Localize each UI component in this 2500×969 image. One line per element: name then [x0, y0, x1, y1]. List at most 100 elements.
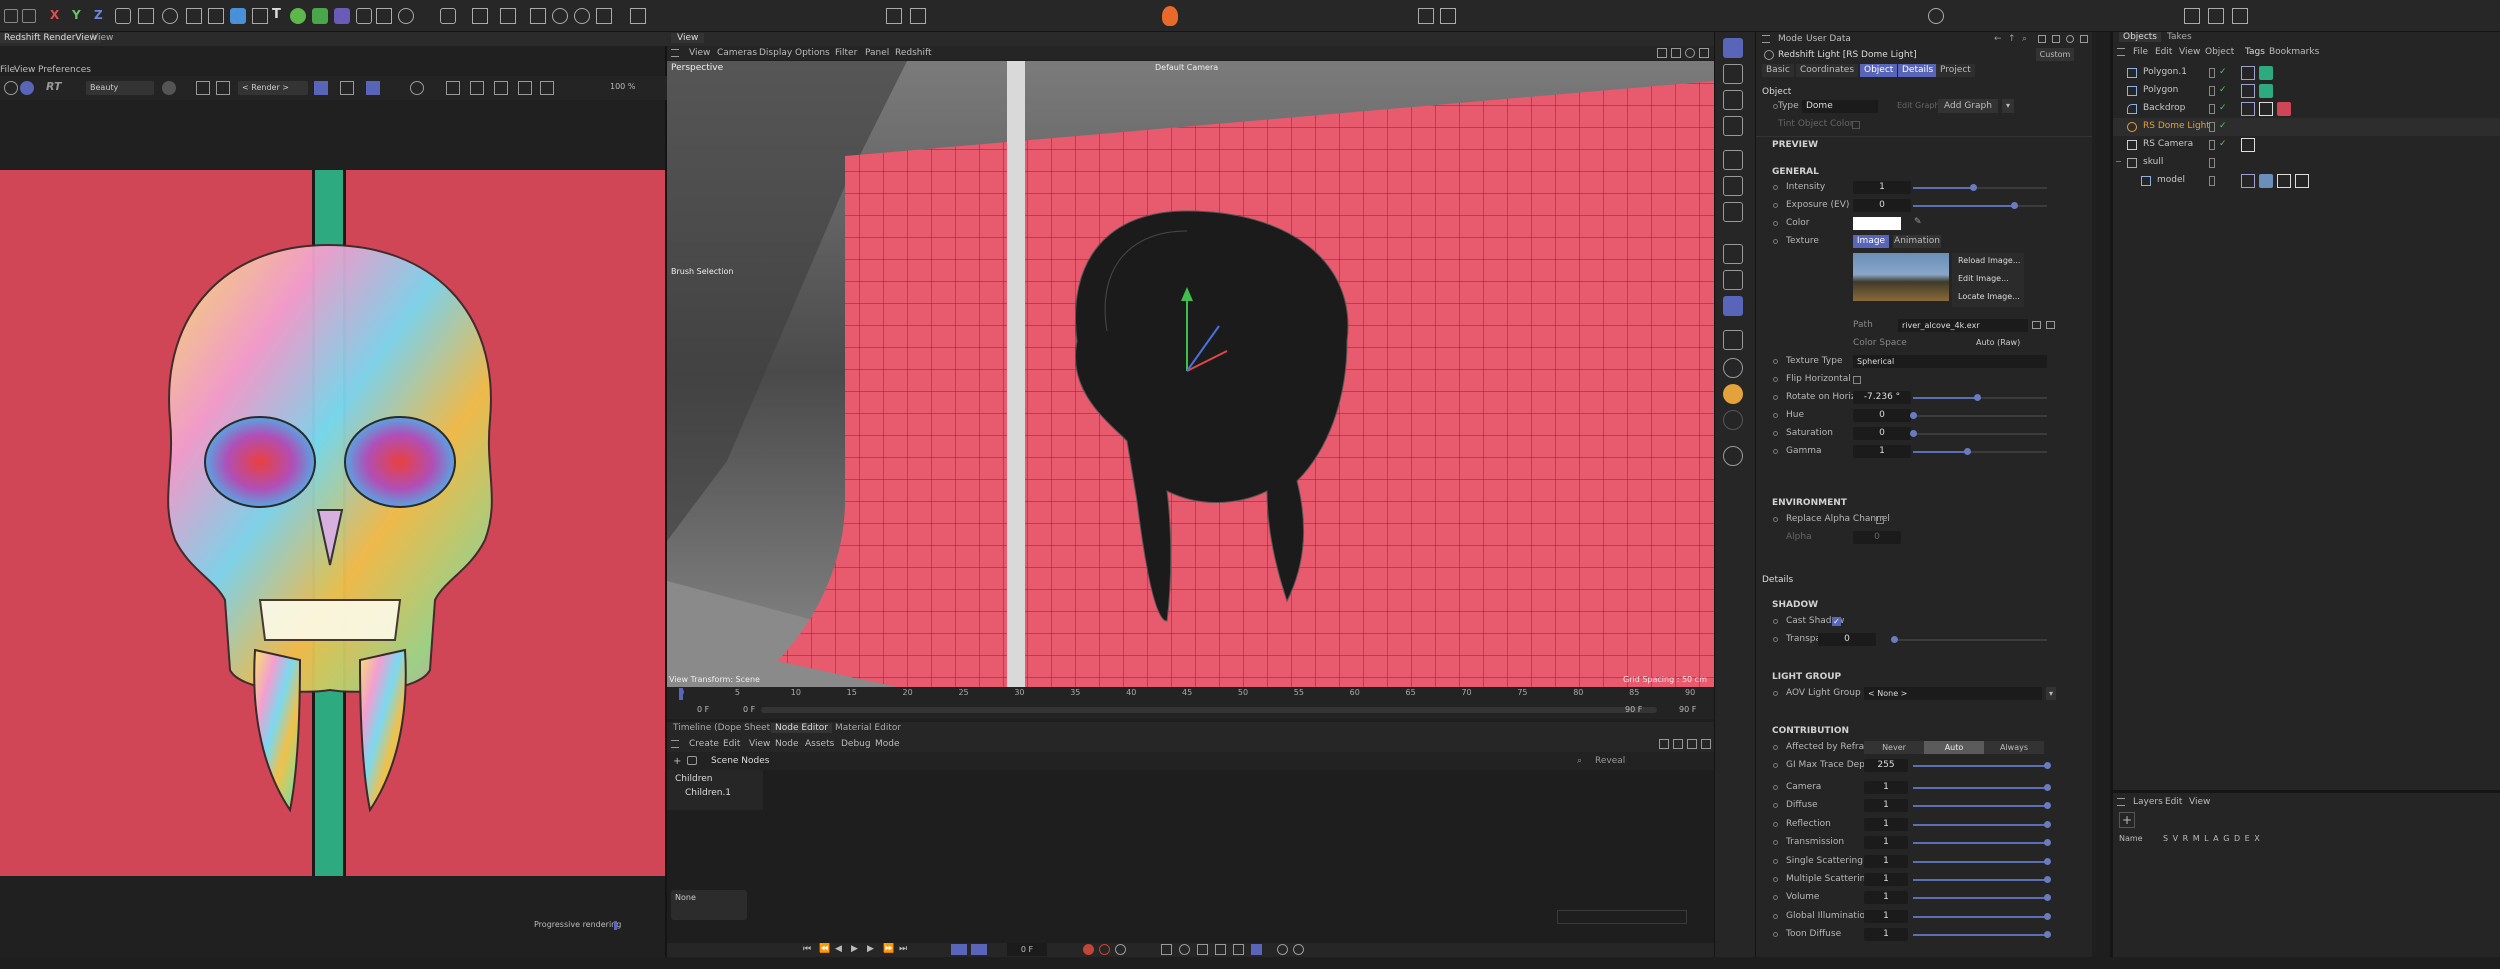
text-icon[interactable]: T [272, 7, 281, 22]
visibility-icon[interactable] [2209, 86, 2215, 96]
object-row[interactable]: Polygon.1 ✓ [2113, 64, 2500, 82]
collapse-icon[interactable]: − [2115, 157, 2122, 166]
field-icon[interactable] [356, 8, 372, 24]
obj-menu-object[interactable]: Object [2205, 47, 2234, 57]
timeline-end[interactable]: 90 F [1679, 705, 1696, 714]
hue-slider[interactable] [1910, 412, 2047, 419]
replace-alpha-checkbox[interactable] [1876, 516, 1884, 524]
speed-icon[interactable] [1293, 944, 1304, 955]
section-general[interactable]: GENERAL [1772, 167, 1819, 177]
ne-node-box[interactable]: None [671, 890, 747, 920]
snap-icon[interactable] [440, 8, 456, 24]
sculpt-icon[interactable] [1723, 330, 1743, 350]
attr-tab-project[interactable]: Project [1936, 64, 1975, 77]
ne-grid-icon[interactable] [1673, 739, 1683, 749]
attr-menu-mode[interactable]: Mode [1778, 34, 1803, 44]
spline-icon[interactable] [252, 8, 268, 24]
contribution-keyframe-dot[interactable] [1773, 785, 1778, 790]
contribution-slider[interactable] [1913, 931, 2051, 939]
attr-tab-object[interactable]: Object [1860, 64, 1898, 77]
points-mode-icon[interactable] [1723, 90, 1743, 110]
visibility-icon[interactable] [2209, 176, 2215, 186]
flip-horizontal-checkbox[interactable] [1853, 376, 1861, 384]
object-name[interactable]: Backdrop [2143, 103, 2185, 113]
film-icon[interactable] [886, 8, 902, 24]
object-row[interactable]: Polygon ✓ [2113, 82, 2500, 100]
prev-key-icon[interactable]: ⏪ [819, 944, 830, 954]
contribution-field[interactable]: 1 [1864, 854, 1908, 868]
material-tag-icon[interactable] [2277, 102, 2291, 116]
transparency-keyframe-dot[interactable] [1773, 637, 1778, 642]
intensity-field[interactable]: 1 [1853, 181, 1911, 194]
edit-image-item[interactable]: Edit Image... [1958, 274, 2009, 283]
visibility-icon[interactable] [2209, 104, 2215, 114]
play-icon[interactable]: ▶ [851, 944, 858, 954]
enabled-check-icon[interactable]: ✓ [2219, 139, 2227, 149]
move-key-icon[interactable] [1161, 944, 1172, 955]
ne-minimap[interactable] [1557, 910, 1687, 924]
attr-layout-select[interactable]: Custom [2036, 48, 2074, 61]
locate-image-item[interactable]: Locate Image... [1958, 292, 2020, 301]
aov-select[interactable]: Beauty [86, 81, 154, 95]
vp-menu-options[interactable]: Options [795, 48, 830, 58]
layout-icon[interactable] [630, 8, 646, 24]
render-view-icon[interactable] [500, 8, 516, 24]
obj-menu-tags[interactable]: Tags [2245, 47, 2265, 57]
object-row-selected[interactable]: RS Dome Light ✓ [2113, 118, 2500, 136]
type-select[interactable]: Dome [1802, 100, 1878, 113]
mograph-icon[interactable] [312, 8, 328, 24]
zoom-value[interactable]: 100 % [610, 82, 635, 91]
rotate-icon[interactable] [162, 8, 178, 24]
vp-maximize-icon[interactable] [1699, 48, 1709, 58]
object-mode-icon[interactable] [1723, 64, 1743, 84]
color-space-value[interactable]: Auto (Raw) [1976, 338, 2020, 347]
ne-menu-view[interactable]: View [749, 739, 770, 749]
x-axis-lock-icon[interactable]: X [50, 8, 59, 22]
globe-icon[interactable] [574, 8, 590, 24]
tree-item-children-1[interactable]: Children.1 [685, 788, 731, 798]
share-icon[interactable] [1418, 8, 1434, 24]
panel-icon[interactable] [2184, 8, 2200, 24]
enabled-check-icon[interactable]: ✓ [2219, 85, 2227, 95]
snap-grid-icon[interactable] [1723, 270, 1743, 290]
layers-menu-edit[interactable]: Edit [2165, 797, 2182, 807]
contribution-slider[interactable] [1913, 802, 2051, 810]
exposure-slider[interactable] [1913, 202, 2047, 209]
intensity-keyframe-dot[interactable] [1773, 185, 1778, 190]
timeline-end-preview[interactable]: 90 F [1625, 705, 1642, 714]
gi-trace-keyframe-dot[interactable] [1773, 763, 1778, 768]
model-mode-icon[interactable] [1723, 38, 1743, 58]
cast-shadow-keyframe-dot[interactable] [1773, 619, 1778, 624]
phong-tag-icon[interactable] [2241, 174, 2255, 188]
texture-keyframe-dot[interactable] [1773, 239, 1778, 244]
phong-tag-icon[interactable] [2241, 66, 2255, 80]
ne-hamburger-icon[interactable] [671, 740, 679, 748]
layers-menu-view[interactable]: View [2189, 797, 2210, 807]
viewport-tab[interactable]: View [671, 33, 705, 43]
ne-view-icon[interactable] [1659, 739, 1669, 749]
object-row[interactable]: RS Camera ✓ [2113, 136, 2500, 154]
gamma-slider[interactable] [1913, 448, 2047, 455]
contribution-field[interactable]: 1 [1864, 836, 1908, 850]
snapshot-icon[interactable] [162, 81, 176, 95]
contribution-slider[interactable] [1913, 894, 2051, 902]
measure-icon[interactable] [1723, 446, 1743, 466]
uvw-tag-icon[interactable] [2277, 174, 2291, 188]
grid-icon[interactable] [340, 81, 354, 95]
color-keyframe-dot[interactable] [1773, 221, 1778, 226]
rt-label[interactable]: RT [46, 80, 61, 93]
exposure-keyframe-dot[interactable] [1773, 203, 1778, 208]
phong-tag-icon[interactable] [2241, 102, 2255, 116]
flip-keyframe-dot[interactable] [1773, 377, 1778, 382]
render-queue-icon[interactable] [596, 8, 612, 24]
object-name[interactable]: Polygon [2143, 85, 2178, 95]
ne-menu-node[interactable]: Node [775, 739, 799, 749]
contribution-keyframe-dot[interactable] [1773, 895, 1778, 901]
rotate-slider[interactable] [1913, 394, 2047, 401]
enabled-check-icon[interactable]: ✓ [2219, 67, 2227, 77]
lock-icon[interactable] [518, 81, 532, 95]
deformer-icon[interactable] [334, 8, 350, 24]
next-key-icon[interactable]: ⏩ [883, 944, 894, 954]
cast-shadow-checkbox[interactable]: ✓ [1832, 617, 1841, 626]
light-icon[interactable] [398, 8, 414, 24]
